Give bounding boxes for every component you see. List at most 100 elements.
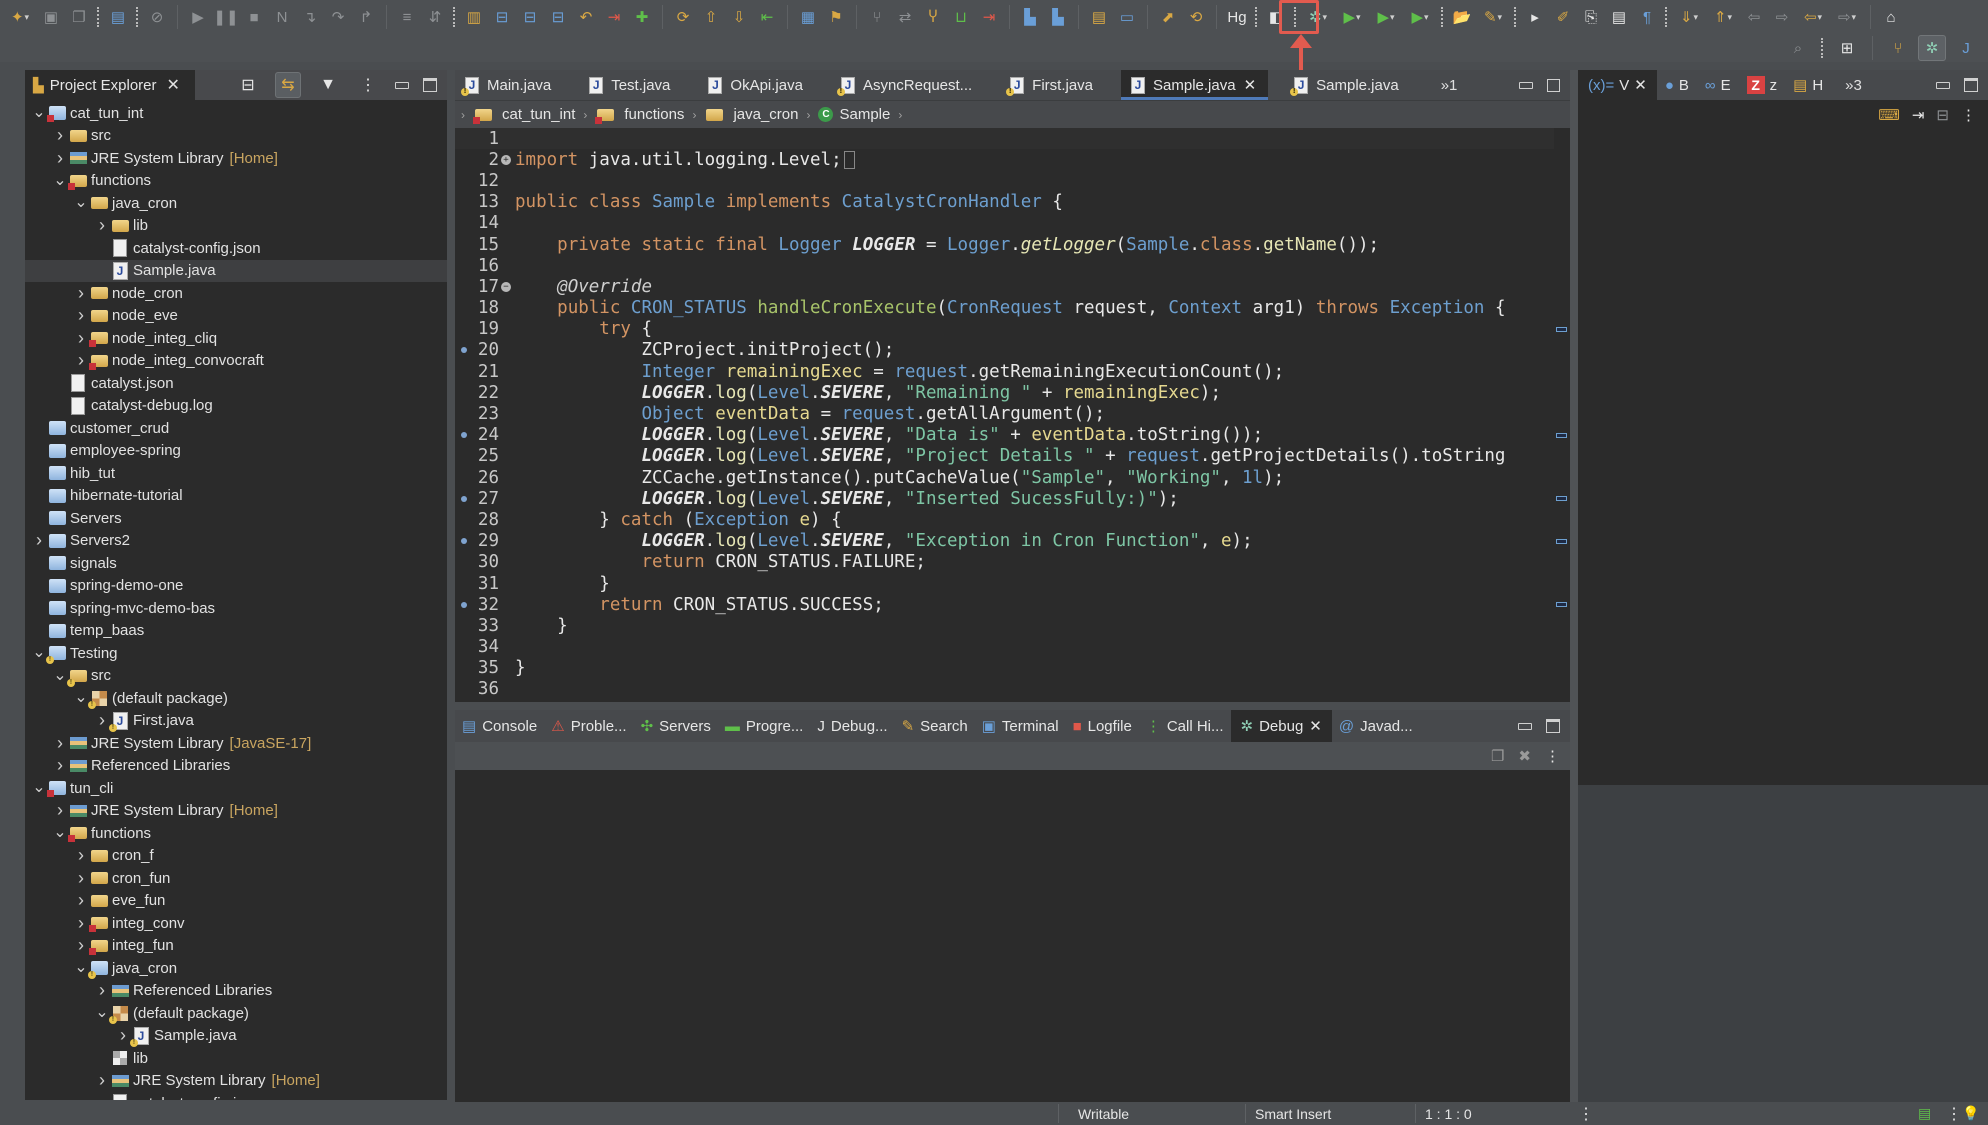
open-type-button[interactable]: ▤: [1086, 4, 1112, 30]
tree-item[interactable]: › lib: [25, 215, 447, 238]
overview-marker[interactable]: [1556, 326, 1567, 332]
git-branch-button[interactable]: ⑂: [864, 4, 890, 30]
show-whitespace-button[interactable]: ¶: [1634, 4, 1660, 30]
tree-item[interactable]: catalyst-config.json: [25, 237, 447, 260]
skip-breakpoints-button[interactable]: ⊘: [144, 4, 170, 30]
tree-item[interactable]: › cron_fun: [25, 867, 447, 890]
editor-tab[interactable]: J Main.java: [455, 70, 563, 100]
overview-marker[interactable]: [1556, 432, 1567, 438]
chevron-right-icon[interactable]: ›: [94, 1070, 110, 1091]
tree-item[interactable]: › JRE System Library [Home]: [25, 1070, 447, 1093]
toggle-breadcrumb-button[interactable]: ▸: [1522, 4, 1548, 30]
chevron-right-icon[interactable]: ›: [94, 215, 110, 236]
run-as-button[interactable]: ▶: [1336, 4, 1368, 30]
code-editor[interactable]: 1 2 + import java.util.logging.Level; 12 13 pu…: [455, 128, 1554, 702]
maximize-icon[interactable]: [1546, 719, 1560, 733]
tree-item[interactable]: ⌄ (default package): [25, 687, 447, 710]
toggle-mark-occurrences-button[interactable]: ✐: [1550, 4, 1576, 30]
collapse-all-icon[interactable]: ⊟: [235, 72, 261, 98]
editor-tab[interactable]: J Test.java: [579, 70, 682, 100]
breadcrumb-item[interactable]: C Sample: [818, 106, 890, 123]
editor-tab[interactable]: J First.java: [1000, 70, 1105, 100]
view-menu-icon[interactable]: ⋮: [1545, 747, 1560, 765]
chevron-down-icon[interactable]: ⌄: [31, 645, 47, 661]
overview-marker[interactable]: [1556, 602, 1567, 608]
status-cursor-position[interactable]: 1 : 1 : 0: [1425, 1102, 1472, 1125]
open-task-button[interactable]: ▭: [1114, 4, 1140, 30]
tree-item[interactable]: › First.java: [25, 710, 447, 733]
tab-project-explorer[interactable]: ▙ Project Explorer ✕: [25, 70, 195, 100]
editor-tab[interactable]: J Sample.java ✕: [1121, 70, 1269, 100]
chevron-right-icon[interactable]: ›: [73, 845, 89, 866]
tab-expressions[interactable]: ∞ E: [1697, 70, 1739, 100]
minimize-icon[interactable]: [395, 81, 409, 89]
tab-history[interactable]: ▤ H: [1785, 70, 1831, 100]
tree-item[interactable]: › JRE System Library [JavaSE-17]: [25, 732, 447, 755]
breadcrumb-item[interactable]: java_cron: [704, 106, 798, 124]
open-folder-button[interactable]: 📂: [1449, 4, 1475, 30]
tree-item[interactable]: hib_tut: [25, 462, 447, 485]
resume-button[interactable]: ▶: [185, 4, 211, 30]
chevron-down-icon[interactable]: ⌄: [31, 105, 47, 121]
tree-item[interactable]: › Referenced Libraries: [25, 755, 447, 778]
view-menu-icon[interactable]: ⋮: [355, 72, 381, 98]
maximize-icon[interactable]: [423, 78, 437, 92]
last-edit-forward-button[interactable]: ⇨: [1769, 4, 1795, 30]
git-add-button[interactable]: ✚: [629, 4, 655, 30]
chevron-right-icon[interactable]: ›: [52, 755, 68, 776]
breadcrumb-item[interactable]: cat_tun_int: [473, 106, 575, 124]
minimize-icon[interactable]: [1936, 81, 1950, 89]
tree-item[interactable]: ⌄ cat_tun_int: [25, 102, 447, 125]
chevron-down-icon[interactable]: ⌄: [73, 690, 89, 706]
view-menu-icon[interactable]: ⋮: [1961, 106, 1976, 124]
fold-expand-icon[interactable]: +: [501, 154, 511, 165]
tab-breakpoints[interactable]: ● B: [1657, 70, 1697, 100]
pin-editor-button[interactable]: ⌂: [1878, 4, 1904, 30]
close-icon[interactable]: ✕: [1634, 76, 1647, 94]
tree-item[interactable]: ⌄ tun_cli: [25, 777, 447, 800]
terminate-button[interactable]: ■: [241, 4, 267, 30]
chevron-down-icon[interactable]: ⌄: [52, 825, 68, 841]
close-icon[interactable]: ✕: [1244, 76, 1257, 94]
panel-sash[interactable]: [1570, 70, 1578, 1102]
git-push-button[interactable]: ⇧: [698, 4, 724, 30]
save-button[interactable]: ▣: [38, 4, 64, 30]
tree-item[interactable]: spring-demo-one: [25, 575, 447, 598]
open-console-button[interactable]: ▤: [105, 4, 131, 30]
run-coverage-button[interactable]: ▶: [1370, 4, 1402, 30]
step-return-button[interactable]: ↱: [353, 4, 379, 30]
close-icon[interactable]: ✕: [167, 75, 180, 95]
minimize-icon[interactable]: [1518, 722, 1532, 730]
chevron-right-icon[interactable]: ›: [73, 913, 89, 934]
chevron-down-icon[interactable]: ⌄: [73, 960, 89, 976]
search-button[interactable]: ✎: [1477, 4, 1509, 30]
editor-tab[interactable]: J OkApi.java: [698, 70, 815, 100]
chevron-right-icon[interactable]: ›: [31, 530, 47, 551]
save-all-button[interactable]: ❐: [66, 4, 92, 30]
tree-item[interactable]: › Servers2: [25, 530, 447, 553]
chevron-down-icon[interactable]: ⌄: [73, 195, 89, 211]
filter-icon[interactable]: ▼: [315, 72, 341, 98]
remove-all-terminated-icon[interactable]: ❐: [1491, 747, 1504, 765]
back-button[interactable]: ⇦: [1797, 4, 1829, 30]
remove-launch-icon[interactable]: ✖: [1518, 747, 1531, 765]
tree-item[interactable]: temp_baas: [25, 620, 447, 643]
link-with-editor-icon[interactable]: ⇆: [275, 72, 301, 98]
tree-item[interactable]: spring-mvc-demo-bas: [25, 597, 447, 620]
tree-item[interactable]: ⌄ src: [25, 665, 447, 688]
mercurial-button[interactable]: Hg: [1224, 4, 1250, 30]
more-tabs-button[interactable]: »1: [1427, 70, 1472, 100]
git-repo-button[interactable]: ▥: [461, 4, 487, 30]
fold-collapse-icon[interactable]: −: [501, 281, 511, 292]
tree-item[interactable]: customer_crud: [25, 417, 447, 440]
git-sync-button[interactable]: ⟳: [670, 4, 696, 30]
next-annotation-button[interactable]: ⇓: [1673, 4, 1705, 30]
chevron-down-icon[interactable]: ⌄: [52, 667, 68, 683]
tab-search[interactable]: ✎ Search: [895, 710, 975, 742]
tab-javadoc[interactable]: @ Javad...: [1332, 710, 1420, 742]
tree-item[interactable]: hibernate-tutorial: [25, 485, 447, 508]
tab-console[interactable]: ▤ Console: [455, 710, 544, 742]
git-rebase-button[interactable]: ⊔: [948, 4, 974, 30]
step-over-button[interactable]: ↷: [325, 4, 351, 30]
show-logical-structure-icon[interactable]: ⇥: [1912, 106, 1925, 124]
